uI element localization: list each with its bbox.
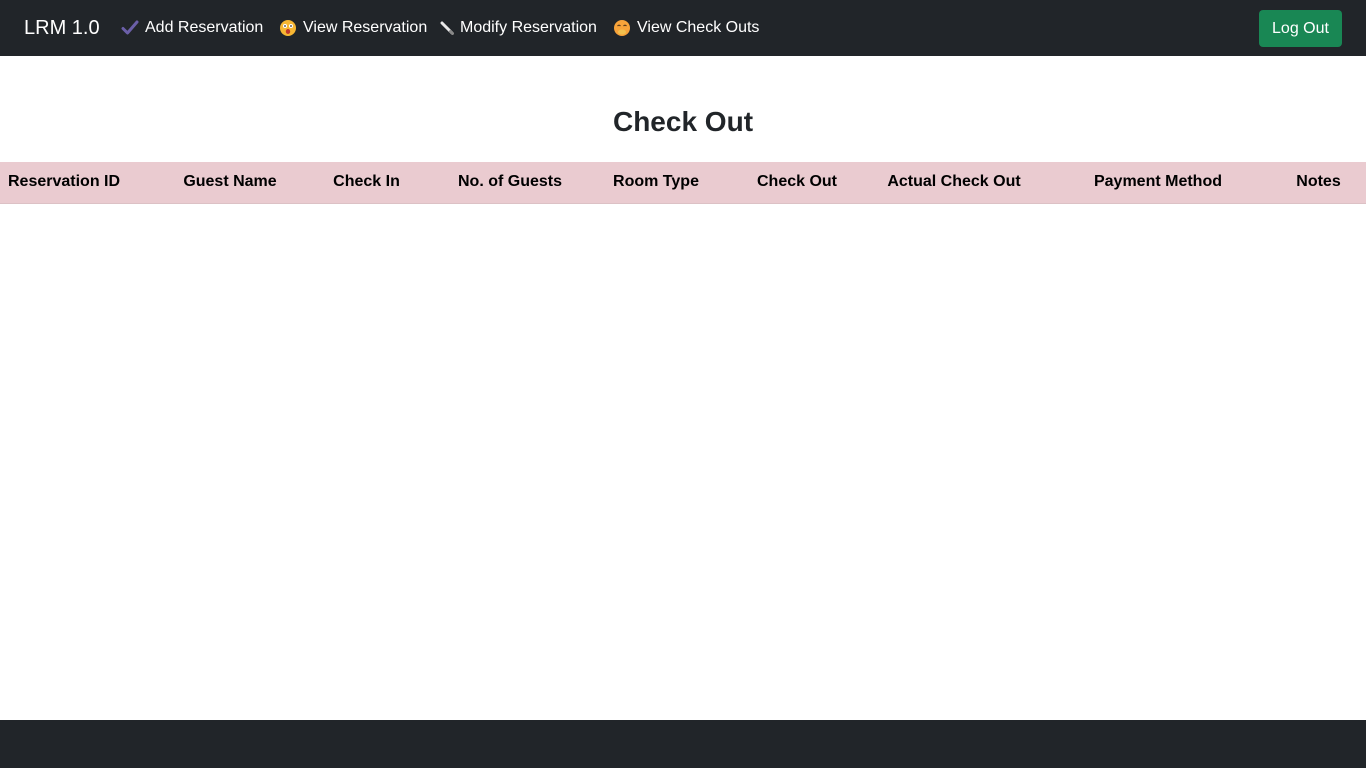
column-header-room-type: Room Type [581, 162, 731, 204]
column-header-no-of-guests: No. of Guests [439, 162, 581, 204]
page-title: Check Out [612, 106, 754, 137]
brand-link[interactable]: LRM 1.0 [24, 0, 100, 56]
pencil-icon [440, 21, 454, 35]
nav-modify-reservation[interactable]: Modify Reservation [440, 0, 597, 56]
top-navbar: LRM 1.0 Add Reservation View Reservation… [0, 0, 1366, 56]
column-header-reservation-id: Reservation ID [0, 162, 166, 204]
nav-view-reservation-label: View Reservation [303, 19, 428, 36]
logout-button[interactable]: Log Out [1259, 10, 1342, 47]
nav-add-reservation[interactable]: Add Reservation [121, 0, 263, 56]
check-icon [121, 19, 139, 37]
nav-view-reservation[interactable]: View Reservation [279, 0, 427, 56]
column-header-payment-method: Payment Method [1045, 162, 1271, 204]
table-header-row: Reservation ID Guest Name Check In No. o… [0, 162, 1366, 204]
shocked-face-icon [279, 19, 297, 37]
nav-view-check-outs-label: View Check Outs [637, 19, 760, 36]
column-header-notes: Notes [1271, 162, 1366, 204]
column-header-check-out: Check Out [731, 162, 863, 204]
check-out-table: Reservation ID Guest Name Check In No. o… [0, 162, 1366, 204]
nav-view-check-outs[interactable]: View Check Outs [613, 0, 759, 56]
column-header-guest-name: Guest Name [166, 162, 294, 204]
hand-over-mouth-face-icon [613, 19, 631, 37]
column-header-actual-check-out: Actual Check Out [863, 162, 1045, 204]
nav-modify-reservation-label: Modify Reservation [460, 19, 597, 36]
column-header-check-in: Check In [294, 162, 439, 204]
page-footer [0, 720, 1366, 768]
nav-add-reservation-label: Add Reservation [145, 19, 264, 36]
